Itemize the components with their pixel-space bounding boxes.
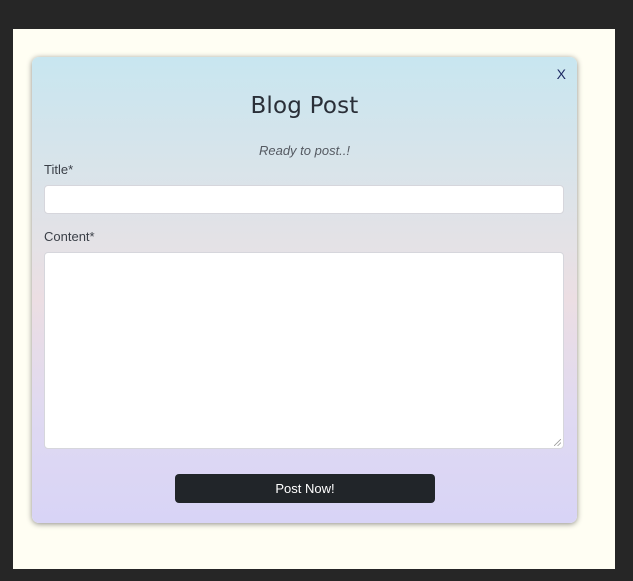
post-now-button[interactable]: Post Now! <box>175 474 435 503</box>
page-background: X Blog Post Ready to post..! Title* Cont… <box>13 29 615 569</box>
modal-title: Blog Post <box>250 93 359 119</box>
title-field-label: Title* <box>44 162 74 177</box>
content-field-label: Content* <box>44 229 95 244</box>
resize-handle-icon[interactable] <box>554 439 561 446</box>
close-button[interactable]: X <box>557 66 566 82</box>
blog-post-modal: X Blog Post Ready to post..! Title* Cont… <box>32 57 577 523</box>
content-textarea[interactable] <box>44 252 564 449</box>
modal-subtitle: Ready to post..! <box>258 143 351 158</box>
title-input[interactable] <box>44 185 564 214</box>
